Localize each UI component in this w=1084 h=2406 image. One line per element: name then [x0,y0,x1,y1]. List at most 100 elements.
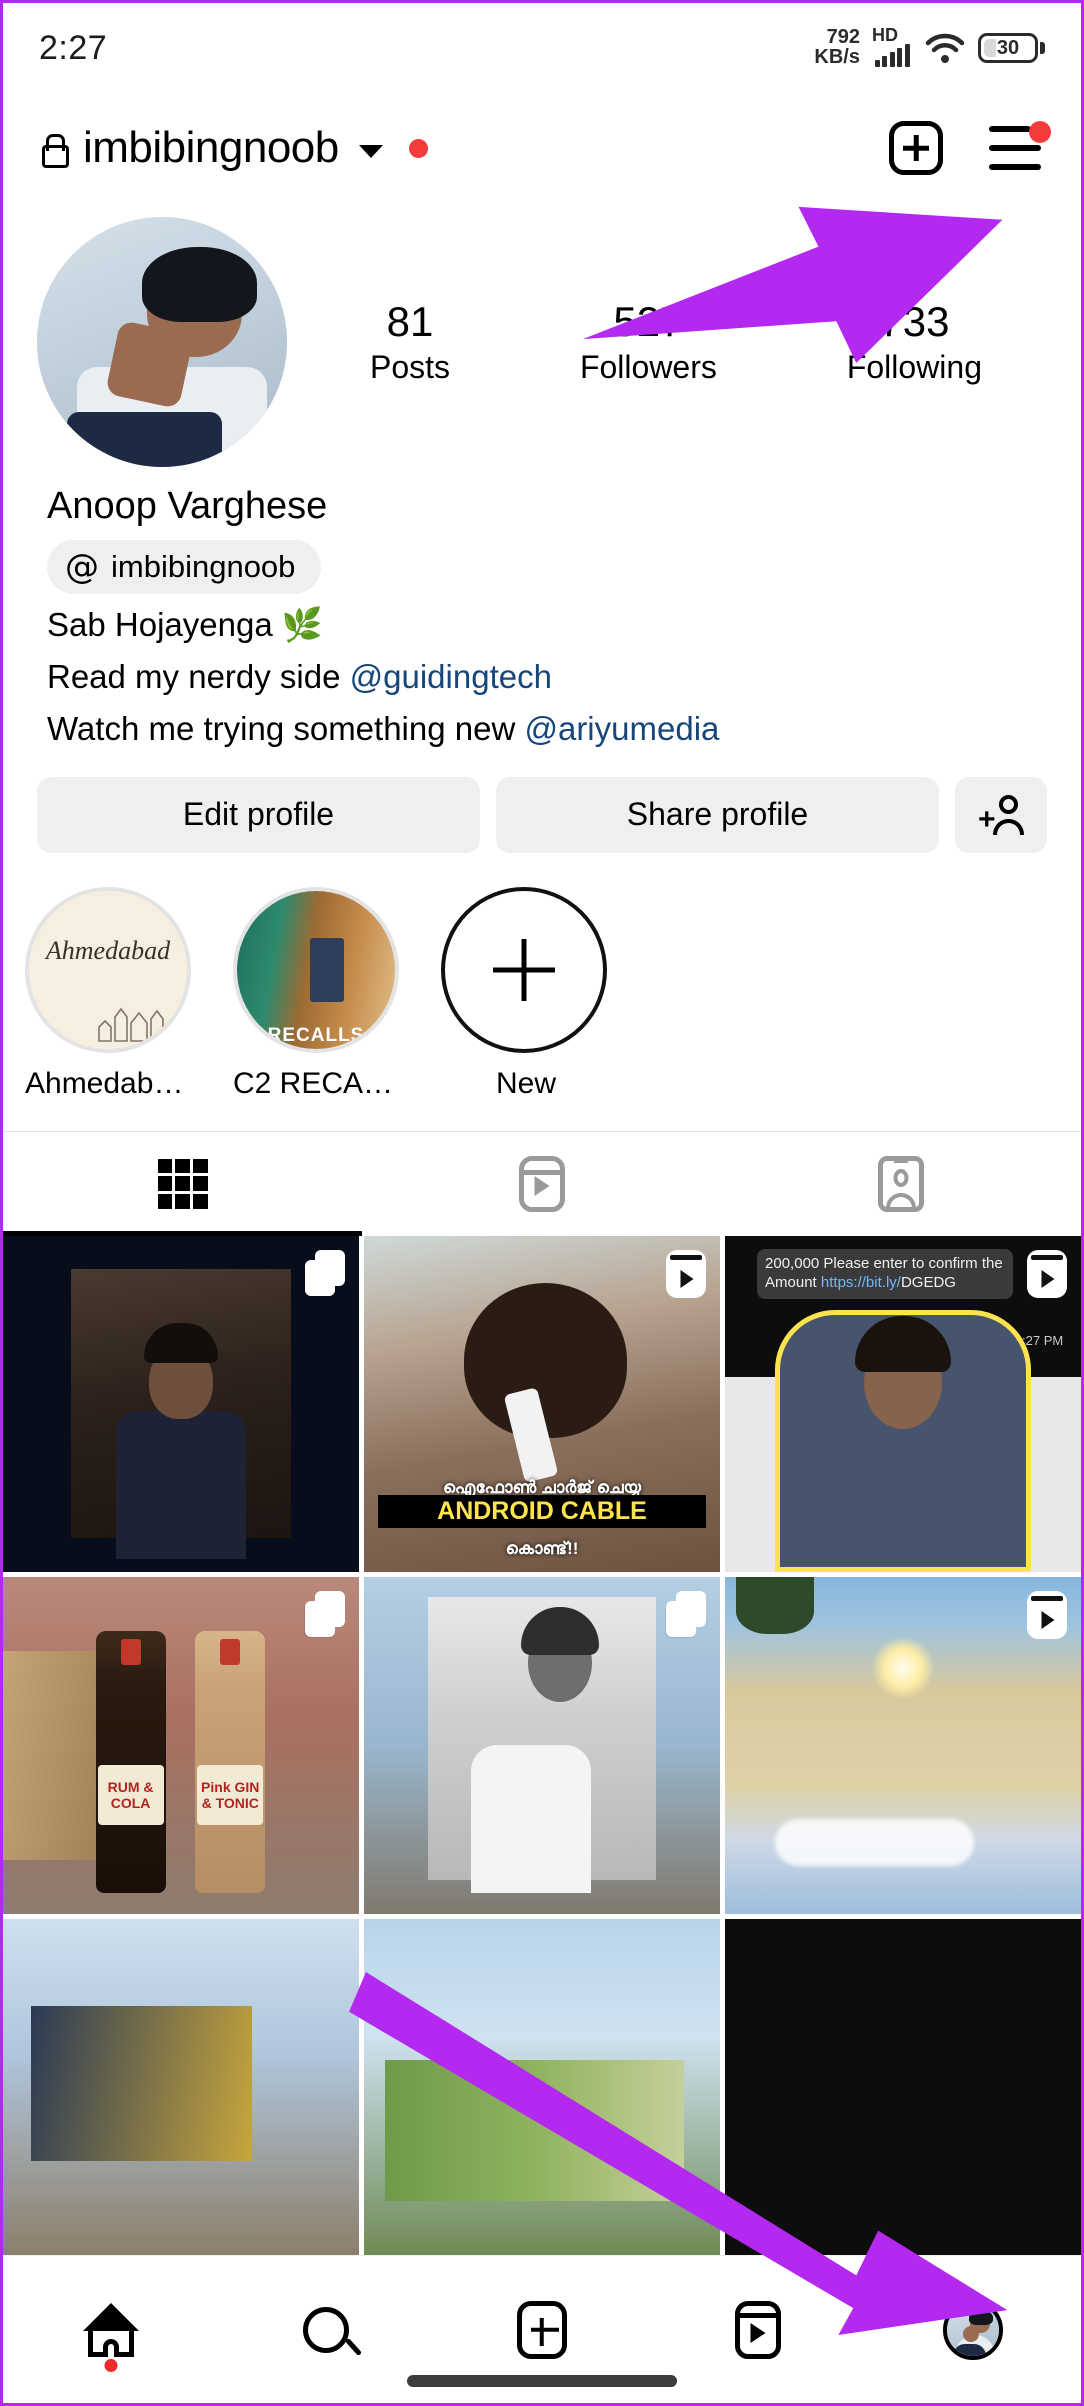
profile-tabs [3,1130,1081,1236]
posts-count: 81 [386,298,434,346]
threads-logo-icon: @ [65,547,99,587]
edit-profile-button[interactable]: Edit profile [37,776,480,853]
network-speed-unit: KB/s [814,46,860,68]
tagged-icon [878,1155,925,1212]
hd-label: HD [872,25,898,45]
highlight-cover: Ahmedabad [25,886,191,1053]
followers-label: Followers [579,348,717,385]
post-cell[interactable] [364,1918,720,2255]
threads-badge[interactable]: @ imbibingnoob [47,540,322,594]
username-switcher[interactable]: imbibingnoob [37,123,428,173]
status-bar: 2:27 792 KB/s HD 30 [3,3,1081,93]
post-cell[interactable]: 200,000 Please enter to confirm the Amou… [725,1235,1081,1573]
highlight-cover: RECALLS [233,886,399,1053]
bottle-label-right: Pink GIN & TONIC [197,1765,264,1826]
menu-badge-dot [1029,121,1051,143]
highlight-ahmedabad[interactable]: Ahmedabad Ahmedabad ... [25,886,195,1101]
nav-search[interactable] [281,2290,371,2370]
plus-square-icon[interactable] [889,121,943,175]
followers-count: 527 [613,298,684,346]
profile-avatar[interactable] [37,217,287,467]
highlight-label: Ahmedabad ... [25,1066,195,1100]
nav-reels[interactable] [713,2290,803,2370]
hamburger-menu-icon[interactable] [989,121,1051,170]
bio-line-1-text: Sab Hojayenga [47,606,282,643]
profile-full-name: Anoop Varghese [47,485,328,527]
post-cell[interactable] [3,1918,359,2255]
post-caption-bottom: കൊണ്ട്!! [505,1538,579,1558]
post-cell[interactable] [725,1577,1081,1914]
post-thumbnail [3,1918,359,2255]
post-thumbnail [364,1918,720,2255]
bottle-label-left: RUM & COLA [97,1765,164,1826]
reels-icon [518,1155,565,1212]
nav-home[interactable] [66,2290,156,2372]
plus-icon [493,939,555,1001]
post-cell[interactable] [364,1577,720,1914]
bio-line-3-text: Watch me trying something new [47,710,525,748]
leaf-emoji-icon: 🌿 [281,606,323,643]
highlight-label: C2 RECALLS [233,1066,403,1100]
status-clock: 2:27 [39,28,108,67]
posts-label: Posts [369,348,450,385]
tagged-tab[interactable] [722,1132,1081,1236]
skyline-illustration-icon [98,1007,180,1042]
add-person-button[interactable]: + [955,776,1047,853]
profile-action-buttons: Edit profile Share profile + [3,751,1081,853]
highlight-cover-text: Ahmedabad [45,935,171,965]
add-person-icon: + [978,794,1024,835]
stat-followers[interactable]: 527 Followers [580,298,717,385]
create-icon [516,2300,567,2359]
post-cell[interactable]: RUM & COLA Pink GIN & TONIC [3,1577,359,1914]
reel-icon [1027,1591,1067,1640]
wifi-icon [925,33,965,63]
username-unread-dot [408,138,428,158]
reels-icon [734,2300,781,2359]
grid-icon [157,1158,208,1209]
stat-following[interactable]: 733 Following [847,298,982,385]
post-cell[interactable]: ഐഫോൺ ചാർജ് ചെയ്യൂ ANDROID CABLE കൊണ്ട്!! [364,1235,720,1573]
search-icon [303,2306,350,2353]
following-count: 733 [879,298,950,346]
home-icon [82,2302,139,2357]
chevron-down-icon[interactable] [358,144,383,158]
home-badge-dot [104,2358,118,2372]
post-cell[interactable] [3,1235,359,1573]
new-highlight-circle [441,886,607,1053]
highlight-label: New [495,1066,556,1100]
story-highlights: Ahmedabad Ahmedabad ... RECALLS C2 RECAL… [3,853,1081,1101]
post-caption-mid: ANDROID CABLE [378,1495,706,1529]
stat-posts[interactable]: 81 Posts [370,298,450,385]
share-profile-button[interactable]: Share profile [496,776,939,853]
highlight-c2-recalls[interactable]: RECALLS C2 RECALLS [233,886,403,1101]
profile-stats-row: 81 Posts 527 Followers 733 Following [3,203,1081,467]
reel-icon [666,1249,706,1298]
bio-line-2: Read my nerdy side @guidingtech [47,656,1041,698]
battery-level: 30 [996,36,1020,59]
carousel-icon [305,1249,345,1296]
nav-profile[interactable] [928,2290,1018,2370]
post-cell[interactable] [725,1918,1081,2255]
bio-mention-ariyumedia[interactable]: @ariyumedia [524,710,719,747]
bio-mention-guidingtech[interactable]: @guidingtech [350,658,552,695]
nav-create[interactable] [497,2290,587,2370]
header-actions [889,121,1051,175]
profile-avatar-icon [943,2299,1004,2360]
header-username[interactable]: imbibingnoob [83,123,339,173]
reels-tab[interactable] [362,1132,721,1236]
posts-grid-tab[interactable] [3,1132,363,1236]
bio-line-1: Sab Hojayenga 🌿 [47,604,1041,646]
sms-link: https://bit.ly/ [820,1273,901,1291]
instagram-profile-screen: 2:27 792 KB/s HD 30 imbibingnoob 81 Post… [3,3,1081,2403]
battery-icon: 30 [978,33,1045,63]
profile-bio: Anoop Varghese @ imbibingnoob Sab Hojaye… [3,467,1081,751]
lock-icon [37,131,69,168]
gesture-bar [407,2375,677,2387]
sms-tail: DGEDG [900,1273,956,1291]
bio-line-3: Watch me trying something new @ariyumedi… [47,708,1041,750]
network-speed-indicator: 792 KB/s [814,28,860,67]
highlight-new-button[interactable]: New [441,886,611,1101]
carousel-icon [666,1591,706,1638]
carousel-icon [305,1591,345,1638]
following-label: Following [846,348,982,385]
